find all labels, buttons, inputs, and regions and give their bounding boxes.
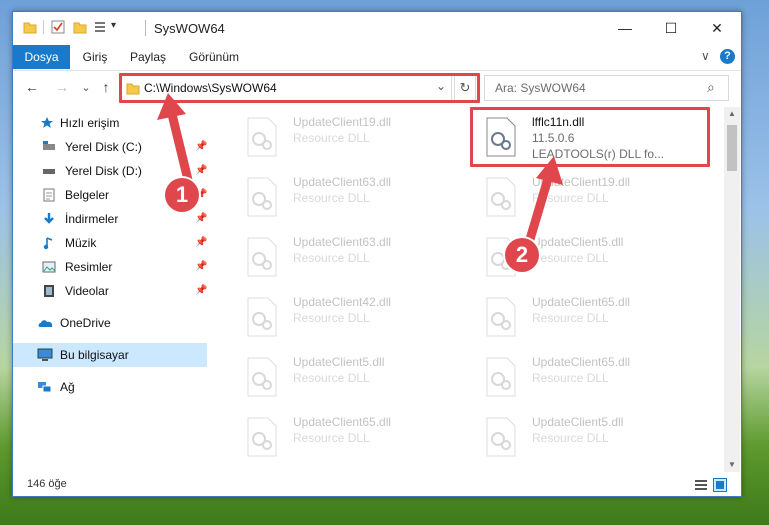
details-view-icon[interactable] xyxy=(695,479,707,491)
list-item[interactable]: UpdateClient65.dll Resource DLL xyxy=(476,291,696,347)
pictures-icon xyxy=(42,261,56,273)
dll-file-icon xyxy=(247,237,277,277)
dll-file-icon xyxy=(486,417,516,457)
scroll-up-icon[interactable]: ▲ xyxy=(728,109,736,118)
help-icon[interactable]: ? xyxy=(720,49,735,64)
large-icons-view-icon[interactable] xyxy=(713,478,727,492)
scroll-down-icon[interactable]: ▼ xyxy=(728,460,736,469)
address-row: ← → ⌄ ↑ C:\Windows\SysWOW64 ⌄ ↻ Ara: Sys… xyxy=(13,70,741,105)
downloads-icon xyxy=(44,213,54,224)
status-bar: 146 öğe xyxy=(13,474,741,496)
file-list: UpdateClient19.dll Resource DLL UpdateCl… xyxy=(225,107,722,472)
up-button[interactable]: ↑ xyxy=(97,78,115,96)
dll-file-icon xyxy=(486,177,516,217)
pin-icon[interactable]: 📌 xyxy=(195,135,207,159)
close-button[interactable]: ✕ xyxy=(694,12,740,44)
properties-icon[interactable] xyxy=(51,20,65,34)
folder-icon xyxy=(23,22,37,34)
tab-paylas[interactable]: Paylaş xyxy=(123,45,173,69)
list-item[interactable]: UpdateClient19.dll Resource DLL xyxy=(237,111,457,167)
scroll-thumb[interactable] xyxy=(727,125,737,171)
pin-icon[interactable]: 📌 xyxy=(195,207,207,231)
forward-button[interactable]: → xyxy=(53,78,71,96)
list-item[interactable]: UpdateClient42.dll Resource DLL xyxy=(237,291,457,347)
dll-file-icon xyxy=(486,357,516,397)
sidebar-item-disk-c[interactable]: Yerel Disk (C:) 📌 xyxy=(13,135,207,159)
star-icon xyxy=(41,117,53,128)
search-input[interactable]: Ara: SysWOW64 ⌕ xyxy=(484,75,729,101)
new-folder-icon[interactable] xyxy=(73,20,87,34)
list-item[interactable]: UpdateClient63.dll Resource DLL xyxy=(237,171,457,227)
documents-icon xyxy=(43,188,55,202)
sidebar-item-this-pc[interactable]: Bu bilgisayar xyxy=(13,343,207,367)
callout-2: 2 xyxy=(505,238,539,272)
tab-gorunum[interactable]: Görünüm xyxy=(183,45,245,69)
pin-icon[interactable]: 📌 xyxy=(195,159,207,183)
item-count: 146 öğe xyxy=(27,478,67,490)
sidebar-item-pictures[interactable]: Resimler 📌 xyxy=(13,255,207,279)
list-item[interactable]: UpdateClient5.dll Resource DLL xyxy=(237,351,457,407)
list-item[interactable]: UpdateClient19.dll Resource DLL xyxy=(476,171,696,227)
onedrive-icon xyxy=(38,320,53,327)
title-bar: ▾ SysWOW64 — ☐ ✕ xyxy=(13,12,741,45)
vertical-scrollbar[interactable]: ▲ ▼ xyxy=(724,107,740,472)
dll-file-icon xyxy=(486,297,516,337)
music-icon xyxy=(43,237,53,250)
dll-file-icon xyxy=(247,177,277,217)
callout-1: 1 xyxy=(165,178,199,212)
address-highlight-box xyxy=(119,73,480,103)
dll-file-icon xyxy=(247,297,277,337)
explorer-window: ▾ SysWOW64 — ☐ ✕ Dosya Giriş Paylaş Görü… xyxy=(12,11,742,497)
file-highlight-box xyxy=(470,107,710,167)
tab-giris[interactable]: Giriş xyxy=(75,45,115,69)
pin-icon[interactable]: 📌 xyxy=(195,279,207,303)
sidebar-item-onedrive[interactable]: OneDrive xyxy=(13,311,207,335)
customize-toolbar-icon[interactable] xyxy=(94,20,108,34)
list-item[interactable]: UpdateClient65.dll Resource DLL xyxy=(476,351,696,407)
list-item[interactable]: UpdateClient65.dll Resource DLL xyxy=(237,411,457,467)
back-button[interactable]: ← xyxy=(23,78,41,96)
ribbon: Dosya Giriş Paylaş Görünüm ∨ ? xyxy=(13,45,741,69)
sidebar-item-network[interactable]: Ağ xyxy=(13,375,207,399)
list-item[interactable]: UpdateClient63.dll Resource DLL xyxy=(237,231,457,287)
list-item[interactable]: UpdateClient5.dll Resource DLL xyxy=(476,411,696,467)
window-title: SysWOW64 xyxy=(154,21,225,36)
tab-dosya[interactable]: Dosya xyxy=(13,45,70,69)
toolbar-dropdown-icon[interactable]: ▾ xyxy=(111,20,116,31)
recent-locations-button[interactable]: ⌄ xyxy=(77,78,95,96)
this-pc-icon xyxy=(37,348,53,361)
dll-file-icon xyxy=(247,417,277,457)
dll-file-icon xyxy=(247,117,277,157)
navigation-pane: Hızlı erişim Yerel Disk (C:) 📌 Yerel Dis… xyxy=(13,107,208,472)
dll-file-icon xyxy=(247,357,277,397)
sidebar-item-videos[interactable]: Videolar 📌 xyxy=(13,279,207,303)
drive-d-icon xyxy=(43,169,55,174)
network-icon xyxy=(38,382,52,393)
pin-icon[interactable]: 📌 xyxy=(195,255,207,279)
collapse-ribbon-icon[interactable]: ∨ xyxy=(701,49,710,63)
search-icon[interactable]: ⌕ xyxy=(707,79,715,96)
sidebar-item-music[interactable]: Müzik 📌 xyxy=(13,231,207,255)
maximize-button[interactable]: ☐ xyxy=(648,12,694,44)
videos-icon xyxy=(44,285,54,297)
drive-c-icon xyxy=(43,141,55,150)
search-placeholder: Ara: SysWOW64 xyxy=(495,81,586,95)
minimize-button[interactable]: — xyxy=(602,12,648,44)
sidebar-item-quick-access[interactable]: Hızlı erişim xyxy=(13,111,207,135)
pin-icon[interactable]: 📌 xyxy=(195,231,207,255)
